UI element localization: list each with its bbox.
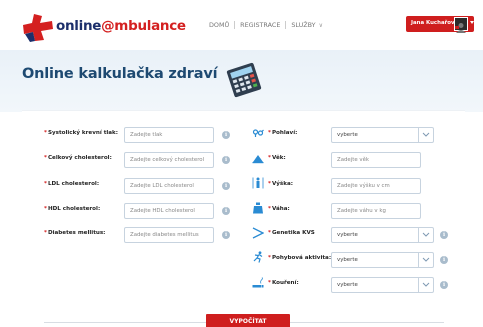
- user-name: Jana Kuchařová: [411, 20, 459, 26]
- caret-down-icon: [470, 21, 474, 24]
- nav-registration[interactable]: REGISTRACE: [235, 21, 285, 29]
- age-input[interactable]: Zadejte věk: [331, 152, 421, 168]
- age-label: *Věk:: [268, 155, 286, 161]
- calculator-icon: [226, 62, 262, 98]
- height-label: *Výška:: [268, 181, 293, 187]
- height-input[interactable]: Zadejte výšku v cm: [331, 178, 421, 194]
- total-cholesterol-input[interactable]: Zadejte celkový cholesterol: [124, 152, 214, 168]
- activity-icon: [253, 251, 263, 263]
- systolic-bp-input[interactable]: Zadejte tlak: [124, 127, 214, 143]
- user-menu-button[interactable]: Jana Kuchařová: [406, 16, 474, 33]
- smoking-icon: [252, 277, 264, 288]
- header: online@mbulance DOMŮ REGISTRACE SLUŽBY ∨ …: [0, 0, 483, 50]
- genetics-select[interactable]: vyberte: [331, 227, 434, 243]
- chevron-down-icon: [422, 232, 430, 237]
- gender-select-value: vyberte: [337, 132, 358, 138]
- genetics-icon: [252, 227, 264, 239]
- chevron-down-icon: [422, 282, 430, 287]
- info-icon[interactable]: i: [222, 207, 230, 215]
- select-toggle[interactable]: [418, 228, 433, 242]
- medical-cross-logo-icon: [23, 14, 53, 42]
- gender-select[interactable]: vyberte: [331, 127, 434, 143]
- chevron-down-icon: ∨: [318, 22, 323, 29]
- avatar: [454, 17, 468, 33]
- hdl-cholesterol-input[interactable]: Zadejte HDL cholesterol: [124, 203, 214, 219]
- nav-home[interactable]: DOMŮ: [204, 21, 234, 29]
- nav-services-label: SLUŽBY: [291, 21, 316, 29]
- age-icon: [252, 155, 264, 164]
- genetics-label: *Genetika KVS: [268, 230, 315, 236]
- main-navigation: DOMŮ REGISTRACE SLUŽBY ∨: [204, 21, 328, 29]
- chevron-down-icon: [422, 132, 430, 137]
- select-toggle[interactable]: [418, 128, 433, 142]
- height-icon: [252, 177, 264, 189]
- smoking-select-value: vyberte: [337, 282, 358, 288]
- logo-text: online@mbulance: [56, 18, 186, 34]
- gender-icon: [252, 129, 264, 137]
- select-toggle[interactable]: [418, 278, 433, 292]
- total-cholesterol-label: *Celkový cholesterol:: [44, 155, 112, 161]
- weight-icon: [253, 202, 263, 214]
- select-toggle[interactable]: [418, 253, 433, 267]
- hdl-cholesterol-label: *HDL cholesterol:: [44, 206, 101, 212]
- systolic-bp-label: *Systolický krevní tlak:: [44, 130, 119, 136]
- weight-label: *Váha:: [268, 206, 290, 212]
- nav-services[interactable]: SLUŽBY ∨: [286, 21, 328, 29]
- info-icon[interactable]: i: [440, 256, 448, 264]
- activity-select-value: vyberte: [337, 257, 358, 263]
- weight-input[interactable]: Zadejte váhu v kg: [331, 203, 421, 219]
- info-icon[interactable]: i: [440, 231, 448, 239]
- genetics-select-value: vyberte: [337, 232, 358, 238]
- info-icon[interactable]: i: [222, 131, 230, 139]
- activity-select[interactable]: vyberte: [331, 252, 434, 268]
- diabetes-label: *Diabetes mellitus:: [44, 230, 106, 236]
- smoking-label: *Kouření:: [268, 280, 299, 286]
- diabetes-input[interactable]: Zadejte diabetes mellitus: [124, 227, 214, 243]
- page-title: Online kalkulačka zdraví: [22, 66, 218, 82]
- chevron-down-icon: [422, 257, 430, 262]
- info-icon[interactable]: i: [222, 231, 230, 239]
- ldl-cholesterol-label: *LDL cholesterol:: [44, 181, 100, 187]
- ldl-cholesterol-input[interactable]: Zadejte LDL cholesterol: [124, 178, 214, 194]
- info-icon[interactable]: i: [222, 182, 230, 190]
- info-icon[interactable]: i: [440, 281, 448, 289]
- smoking-select[interactable]: vyberte: [331, 277, 434, 293]
- activity-label: *Pohybová aktivita:: [268, 255, 332, 261]
- gender-label: *Pohlaví:: [268, 130, 298, 136]
- info-icon[interactable]: i: [222, 156, 230, 164]
- calculate-button[interactable]: VYPOČÍTAT: [206, 314, 290, 327]
- online-ambulance-logo[interactable]: online@mbulance: [22, 12, 186, 42]
